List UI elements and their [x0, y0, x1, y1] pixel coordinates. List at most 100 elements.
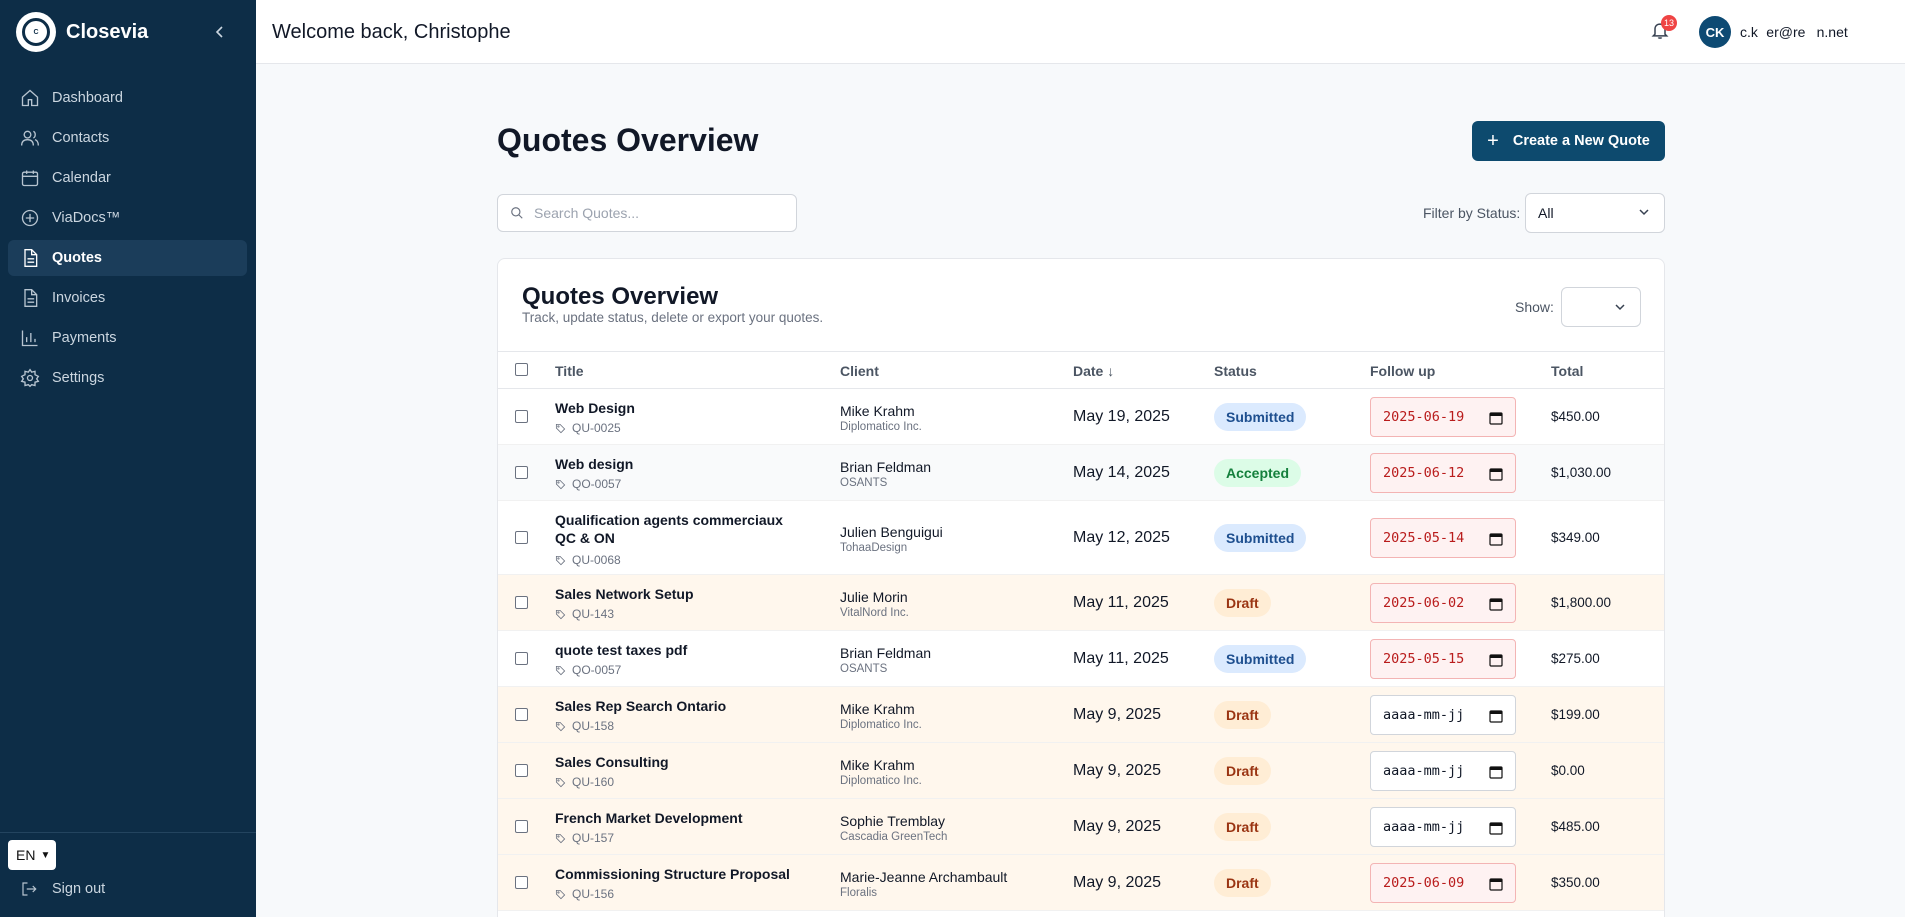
table-row[interactable]: quote test taxes pdf QO-0057 Brian Feldman…: [498, 631, 1664, 687]
column-header-title[interactable]: Title: [555, 363, 584, 379]
logo: C: [16, 12, 56, 52]
status-badge[interactable]: Draft: [1214, 757, 1271, 785]
sidebar-item-invoices[interactable]: Invoices: [8, 280, 247, 316]
row-checkbox[interactable]: [515, 820, 528, 833]
row-checkbox[interactable]: [515, 764, 528, 777]
sign-out-button[interactable]: Sign out: [20, 880, 105, 898]
sidebar-item-settings[interactable]: Settings: [8, 360, 247, 396]
table-row[interactable]: Web design QO-0057 Brian Feldman OSANTS May …: [498, 445, 1664, 501]
column-header-date[interactable]: Date ↓: [1073, 363, 1114, 379]
follow-up-date-input[interactable]: 2025-06-02: [1370, 583, 1516, 623]
quote-code-text: QU-157: [572, 831, 615, 845]
filter-status-value: All: [1538, 205, 1554, 221]
plus-icon: +: [1487, 129, 1499, 152]
language-value: EN: [16, 847, 36, 863]
create-quote-button[interactable]: + Create a New Quote: [1472, 121, 1665, 161]
chevron-down-icon: ▼: [40, 849, 51, 861]
tag-icon: [555, 479, 566, 489]
top-bar: Welcome back, Christophe 13 CK c.k er@re…: [256, 0, 1905, 64]
quote-date: May 9, 2025: [1073, 762, 1162, 779]
table-row[interactable]: French Market Development QU-157 Sophie Tr…: [498, 799, 1664, 855]
quote-code-text: QU-143: [572, 607, 615, 621]
tag-icon: [555, 833, 566, 843]
follow-up-date-input[interactable]: 2025-05-14: [1370, 518, 1516, 558]
brand[interactable]: C Closevia: [16, 12, 148, 52]
column-header-client[interactable]: Client: [840, 363, 879, 379]
client-name: Julien Benguigui: [840, 524, 943, 540]
avatar[interactable]: CK: [1699, 16, 1731, 48]
follow-up-value: 2025-05-15: [1383, 651, 1465, 667]
language-select[interactable]: EN ▼: [8, 840, 56, 870]
status-badge[interactable]: Draft: [1214, 869, 1271, 897]
table-row[interactable]: Sales Network Setup QU-143 Julie Morin Vita…: [498, 575, 1664, 631]
status-badge[interactable]: Draft: [1214, 813, 1271, 841]
quote-title[interactable]: French Market Development: [555, 809, 805, 827]
table-row[interactable]: Sales Rep Search Ontario QU-158 Mike Krahm…: [498, 687, 1664, 743]
follow-up-date-input[interactable]: aaaa-mm-jj: [1370, 807, 1516, 847]
follow-up-date-input[interactable]: aaaa-mm-jj: [1370, 695, 1516, 735]
collapse-sidebar-button[interactable]: [210, 22, 230, 42]
status-badge[interactable]: Draft: [1214, 701, 1271, 729]
quote-title[interactable]: Web design: [555, 455, 805, 473]
search-box[interactable]: [497, 194, 797, 232]
follow-up-date-input[interactable]: 2025-06-09: [1370, 863, 1516, 903]
quote-code: QU-0025: [555, 421, 621, 435]
notification-count-badge: 13: [1661, 15, 1677, 31]
row-checkbox[interactable]: [515, 652, 528, 665]
sidebar-item-quotes[interactable]: Quotes: [8, 240, 247, 276]
status-badge[interactable]: Submitted: [1214, 403, 1307, 431]
sidebar-item-dashboard[interactable]: Dashboard: [8, 80, 247, 116]
quote-code: QO-0057: [555, 477, 621, 491]
sidebar-item-contacts[interactable]: Contacts: [8, 120, 247, 156]
page-size-select[interactable]: [1561, 287, 1641, 327]
row-checkbox[interactable]: [515, 466, 528, 479]
column-header-follow-up[interactable]: Follow up: [1370, 363, 1435, 379]
quote-title[interactable]: quote test taxes pdf: [555, 641, 805, 659]
calendar-icon: [21, 170, 39, 187]
column-header-status[interactable]: Status: [1214, 363, 1257, 379]
follow-up-date-input[interactable]: 2025-05-15: [1370, 639, 1516, 679]
sidebar-item-calendar[interactable]: Calendar: [8, 160, 247, 196]
quote-date: May 9, 2025: [1073, 874, 1162, 891]
document-icon: [24, 249, 38, 267]
quote-total: $1,030.00: [1551, 465, 1612, 480]
search-input[interactable]: [534, 205, 774, 221]
table-row[interactable]: Sales Consulting QU-160 Mike Krahm Diplomat…: [498, 743, 1664, 799]
table-row[interactable]: Web Design QU-0025 Mike Krahm Diplomatico I…: [498, 389, 1664, 445]
row-checkbox[interactable]: [515, 596, 528, 609]
row-checkbox[interactable]: [515, 410, 528, 423]
column-header-total[interactable]: Total: [1551, 363, 1583, 379]
calendar-icon: [1489, 822, 1503, 835]
status-badge[interactable]: Submitted: [1214, 645, 1307, 673]
quote-date: May 19, 2025: [1073, 408, 1170, 425]
show-label: Show:: [1515, 299, 1554, 315]
row-checkbox[interactable]: [515, 708, 528, 721]
quote-title[interactable]: Sales Consulting: [555, 753, 805, 771]
status-badge[interactable]: Submitted: [1214, 524, 1307, 552]
follow-up-date-input[interactable]: 2025-06-12: [1370, 453, 1516, 493]
table-row[interactable]: Qualification agents commerciaux QC & ON…: [498, 501, 1664, 575]
status-badge[interactable]: Accepted: [1214, 459, 1302, 487]
quote-title[interactable]: Web Design: [555, 399, 805, 417]
logo-mark: C: [22, 18, 50, 46]
quote-title[interactable]: Commissioning Structure Proposal: [555, 865, 805, 883]
filter-status-select[interactable]: All: [1525, 193, 1665, 233]
client-company: OSANTS: [840, 663, 888, 675]
row-checkbox[interactable]: [515, 876, 528, 889]
follow-up-date-input[interactable]: 2025-06-19: [1370, 397, 1516, 437]
quote-total: $0.00: [1551, 763, 1585, 778]
table-row[interactable]: Commissioning Structure Proposal QU-156 Ma…: [498, 855, 1664, 911]
status-badge[interactable]: Draft: [1214, 589, 1271, 617]
user-email[interactable]: c.k er@re n.net: [1740, 24, 1848, 40]
quote-code: QU-158: [555, 719, 614, 733]
row-checkbox[interactable]: [515, 531, 528, 544]
sidebar-item-label: Payments: [52, 330, 117, 346]
sidebar-item-payments[interactable]: Payments: [8, 320, 247, 356]
quote-title[interactable]: Qualification agents commerciaux QC & ON: [555, 511, 805, 547]
sidebar-item-viadocs[interactable]: ViaDocs™: [8, 200, 247, 236]
quote-title[interactable]: Sales Network Setup: [555, 585, 805, 603]
follow-up-date-input[interactable]: aaaa-mm-jj: [1370, 751, 1516, 791]
quote-title[interactable]: Sales Rep Search Ontario: [555, 697, 805, 715]
client-name: Julie Morin: [840, 589, 908, 605]
select-all-checkbox[interactable]: [515, 363, 528, 376]
